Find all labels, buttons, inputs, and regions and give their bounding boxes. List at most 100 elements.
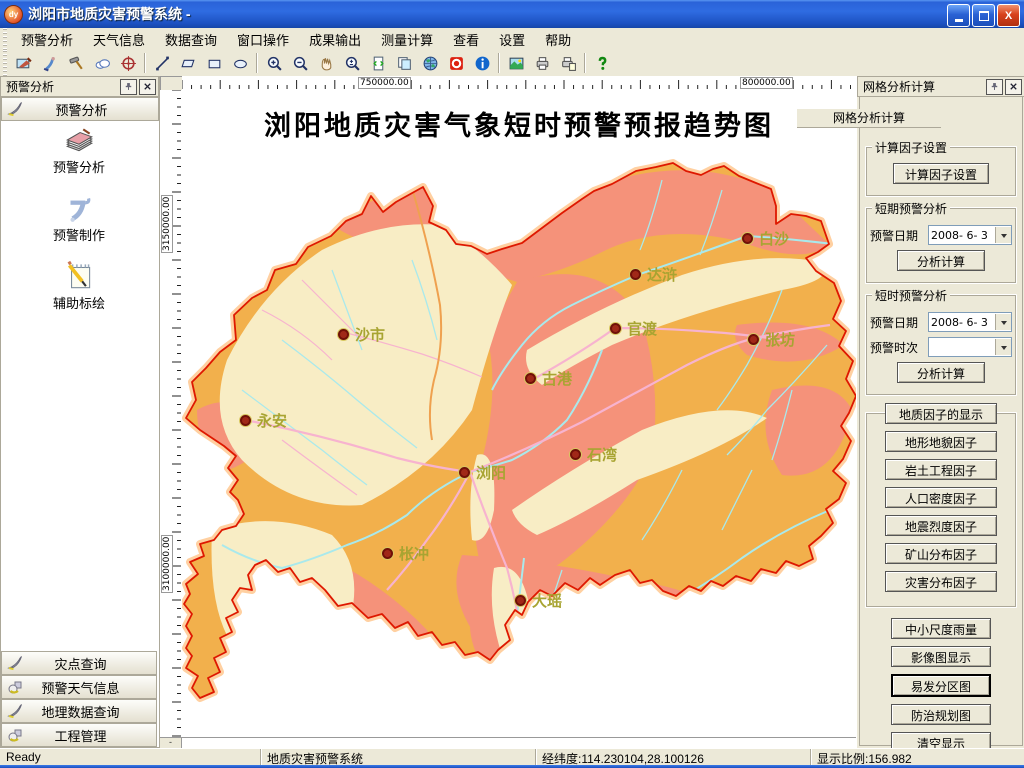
- rectangle-tool-icon[interactable]: [201, 51, 227, 75]
- left-panel-section-bar[interactable]: 地理数据查询: [1, 699, 157, 723]
- display-button[interactable]: 防治规划图: [891, 704, 991, 725]
- section-icon: [7, 655, 23, 671]
- polygon-tool-icon[interactable]: [175, 51, 201, 75]
- left-panel-item[interactable]: 预警分析: [1, 123, 157, 189]
- map-document-area: 750000.00 800000.00 3150000.00 3100000.0…: [160, 76, 856, 748]
- status-coordinates: 经纬度:114.230104,28.100126: [536, 749, 811, 766]
- info-icon[interactable]: [469, 51, 495, 75]
- toolbar-grip[interactable]: [3, 28, 7, 50]
- menu-bar: 预警分析天气信息数据查询窗口操作成果输出测量计算查看设置帮助: [0, 28, 1024, 51]
- zoom-extent-icon[interactable]: [339, 51, 365, 75]
- warning-make-icon[interactable]: [37, 51, 63, 75]
- print-preview-icon[interactable]: [555, 51, 581, 75]
- menu-item[interactable]: 测量计算: [371, 27, 443, 52]
- vertical-ruler: 3150000.00 3100000.00: [160, 90, 183, 737]
- left-panel-item[interactable]: 预警制作: [1, 191, 157, 257]
- close-icon[interactable]: [1005, 79, 1022, 95]
- right-panel-header: 网格分析计算: [857, 76, 1024, 97]
- copy-icon[interactable]: [391, 51, 417, 75]
- factor-button[interactable]: 地形地貌因子: [885, 431, 997, 452]
- short-time-date-combobox[interactable]: 2008- 6- 3: [928, 312, 1012, 332]
- city-label-group: 白沙: [742, 228, 789, 249]
- toolbar-separator: [584, 53, 586, 73]
- factor-button[interactable]: 灾害分布因子: [885, 571, 997, 592]
- display-button[interactable]: 中小尺度雨量: [891, 618, 991, 639]
- menu-item[interactable]: 预警分析: [11, 27, 83, 52]
- hammer-icon[interactable]: [63, 51, 89, 75]
- menu-item[interactable]: 窗口操作: [227, 27, 299, 52]
- short-term-date-combobox[interactable]: 2008- 6- 3: [928, 225, 1012, 245]
- app-icon: dy: [4, 5, 23, 24]
- short-term-analyze-button[interactable]: 分析计算: [897, 250, 985, 271]
- minimize-button[interactable]: [947, 4, 970, 27]
- city-label-group: 官渡: [610, 318, 657, 339]
- restore-button[interactable]: [972, 4, 995, 27]
- print-icon[interactable]: [529, 51, 555, 75]
- item-icon: [62, 191, 96, 225]
- close-button[interactable]: X: [997, 4, 1020, 27]
- left-panel-section-bar[interactable]: 灾点查询: [1, 651, 157, 675]
- chevron-down-icon[interactable]: [995, 339, 1011, 355]
- short-term-title: 短期预警分析: [872, 200, 950, 217]
- factor-button[interactable]: 矿山分布因子: [885, 543, 997, 564]
- help-icon[interactable]: [589, 51, 615, 75]
- line-tool-icon[interactable]: [149, 51, 175, 75]
- pan-icon[interactable]: [313, 51, 339, 75]
- city-marker-icon: [459, 467, 470, 478]
- display-button[interactable]: 易发分区图: [891, 674, 991, 697]
- left-panel-item[interactable]: 辅助标绘: [1, 259, 157, 325]
- stop-icon[interactable]: [443, 51, 469, 75]
- section-header-warning-analysis[interactable]: 预警分析: [1, 97, 159, 121]
- city-name: 张坊: [765, 329, 795, 350]
- zoom-out-icon[interactable]: [287, 51, 313, 75]
- chevron-down-icon[interactable]: [995, 227, 1011, 243]
- geology-factor-display-button[interactable]: 地质因子的显示: [885, 403, 997, 424]
- factor-setting-button[interactable]: 计算因子设置: [893, 163, 989, 184]
- menu-item[interactable]: 数据查询: [155, 27, 227, 52]
- ruler-x-label: 800000.00: [740, 77, 793, 89]
- short-term-group: 短期预警分析 预警日期 2008- 6- 3 分析计算: [865, 207, 1017, 284]
- city-name: 大瑶: [532, 590, 562, 611]
- pin-icon[interactable]: [986, 79, 1003, 95]
- refresh-icon[interactable]: [365, 51, 391, 75]
- short-time-analyze-button[interactable]: 分析计算: [897, 362, 985, 383]
- close-icon[interactable]: [139, 79, 156, 95]
- menu-item[interactable]: 天气信息: [83, 27, 155, 52]
- menu-item[interactable]: 成果输出: [299, 27, 371, 52]
- item-icon: [62, 123, 96, 157]
- factor-setting-group: 计算因子设置 计算因子设置: [865, 146, 1017, 197]
- left-panel-title: 预警分析: [6, 78, 118, 95]
- section-icon: [7, 703, 23, 719]
- factor-button[interactable]: 人口密度因子: [885, 487, 997, 508]
- map-canvas[interactable]: 浏阳地质灾害气象短时预警预报趋势图 白沙 达浒 官渡: [182, 90, 856, 737]
- chevron-down-icon[interactable]: [995, 314, 1011, 330]
- menu-item[interactable]: 设置: [489, 27, 535, 52]
- ruler-corner: [160, 76, 183, 91]
- warning-analysis-icon[interactable]: [11, 51, 37, 75]
- city-marker-icon: [382, 548, 393, 559]
- menu-item[interactable]: 查看: [443, 27, 489, 52]
- zoom-in-icon[interactable]: [261, 51, 287, 75]
- cloud-icon[interactable]: [89, 51, 115, 75]
- display-button[interactable]: 影像图显示: [891, 646, 991, 667]
- ruler-corner-bottom: -: [160, 738, 182, 748]
- horizontal-ruler: 750000.00 800000.00: [182, 76, 856, 91]
- toolbar-grip[interactable]: [3, 50, 7, 76]
- toolbar-separator: [256, 53, 258, 73]
- city-name: 白沙: [759, 228, 789, 249]
- factor-button[interactable]: 岩土工程因子: [885, 459, 997, 480]
- city-name: 达浒: [647, 264, 677, 285]
- short-time-period-combobox[interactable]: [928, 337, 1012, 357]
- city-label-group: 永安: [240, 410, 287, 431]
- factor-button[interactable]: 地震烈度因子: [885, 515, 997, 536]
- left-panel-section-bar[interactable]: 工程管理: [1, 723, 157, 747]
- left-panel-header: 预警分析: [0, 76, 159, 97]
- target-icon[interactable]: [115, 51, 141, 75]
- menu-item[interactable]: 帮助: [535, 27, 581, 52]
- ellipse-tool-icon[interactable]: [227, 51, 253, 75]
- image-icon[interactable]: [503, 51, 529, 75]
- ruler-y-label: 3150000.00: [161, 195, 173, 253]
- left-panel-section-bar[interactable]: 预警天气信息: [1, 675, 157, 699]
- globe-icon[interactable]: [417, 51, 443, 75]
- pin-icon[interactable]: [120, 79, 137, 95]
